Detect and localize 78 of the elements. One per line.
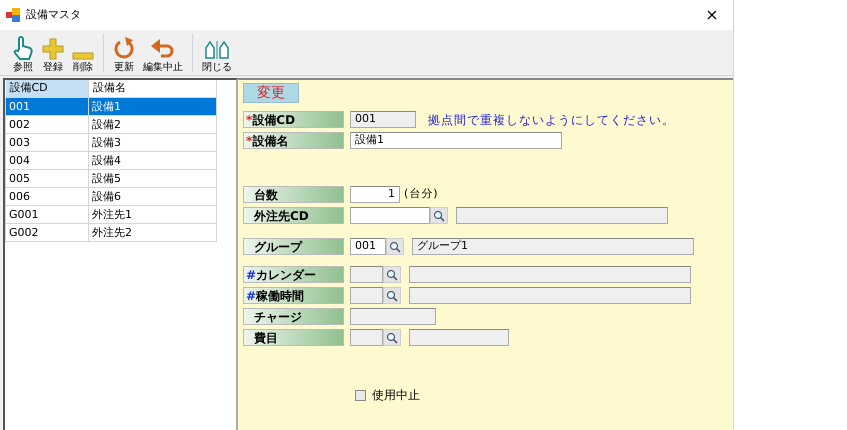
- search-button[interactable]: [386, 238, 404, 255]
- input-field[interactable]: [350, 308, 436, 325]
- input-field[interactable]: 1: [350, 186, 400, 203]
- close-button[interactable]: ×: [697, 3, 727, 27]
- toolbar-button[interactable]: 更新: [109, 32, 139, 74]
- minus-icon: [72, 52, 94, 60]
- table-cell: 設備5: [88, 169, 216, 187]
- table-row[interactable]: 006 設備6: [6, 187, 216, 205]
- input-field[interactable]: [350, 207, 430, 224]
- search-icon: [386, 290, 398, 302]
- table-row[interactable]: 002 設備2: [6, 115, 216, 133]
- hint-text: 拠点間で重複しないようにしてください。: [428, 112, 675, 128]
- table-cell: 001: [6, 97, 88, 115]
- search-icon: [389, 240, 401, 252]
- search-icon: [386, 268, 398, 280]
- label-text: 稼働時間: [256, 288, 304, 304]
- mode-badge: 変更: [243, 83, 299, 103]
- table-cell: 外注先2: [88, 223, 216, 241]
- search-button[interactable]: [383, 329, 401, 346]
- column-header[interactable]: 設備CD: [6, 80, 88, 97]
- hand-pointer-icon: [12, 36, 34, 60]
- table-row[interactable]: 004 設備4: [6, 151, 216, 169]
- input-field[interactable]: [350, 329, 383, 346]
- table-row[interactable]: 001 設備1: [6, 97, 216, 115]
- input-field[interactable]: 001: [350, 111, 416, 128]
- table-cell: G002: [6, 223, 88, 241]
- display-field: グループ1: [412, 238, 694, 255]
- toolbar-button[interactable]: 登録: [38, 32, 68, 74]
- label-text: 設備名: [252, 132, 288, 150]
- toolbar-button[interactable]: 閉じる: [198, 32, 236, 74]
- search-icon: [433, 210, 445, 222]
- search-icon: [386, 332, 398, 344]
- label-text: 設備CD: [252, 112, 296, 128]
- field-marker: *: [246, 112, 252, 128]
- checkbox-label: 使用中止: [372, 387, 420, 404]
- label-text: カレンダー: [256, 266, 316, 284]
- field-marker: #: [246, 288, 256, 304]
- field-label: グループ: [243, 238, 344, 255]
- field-label: 費目: [243, 329, 344, 346]
- table-cell: 003: [6, 133, 88, 151]
- table-cell: 設備6: [88, 187, 216, 205]
- table-cell: 002: [6, 115, 88, 133]
- refresh-icon: [113, 36, 135, 60]
- input-field[interactable]: 001: [350, 238, 386, 255]
- table-cell: 006: [6, 187, 88, 205]
- table-cell: 設備1: [88, 97, 216, 115]
- table-cell: 設備4: [88, 151, 216, 169]
- toolbar-button[interactable]: 編集中止: [139, 32, 187, 74]
- column-header[interactable]: 設備名: [88, 80, 216, 97]
- plus-icon: [42, 38, 64, 60]
- table-row[interactable]: G002 外注先2: [6, 223, 216, 241]
- undo-arrow-icon: [150, 38, 176, 60]
- input-field[interactable]: 設備1: [350, 132, 562, 149]
- table-row[interactable]: 003 設備3: [6, 133, 216, 151]
- checkbox[interactable]: [355, 390, 366, 400]
- toolbar-button[interactable]: 削除: [68, 32, 98, 74]
- table-cell: 005: [6, 169, 88, 187]
- field-label: 台数: [243, 186, 344, 203]
- table-cell: 設備2: [88, 115, 216, 133]
- unit-text: (台分): [404, 186, 439, 202]
- table-cell: 外注先1: [88, 205, 216, 223]
- input-field[interactable]: [350, 287, 383, 304]
- field-marker: #: [246, 266, 256, 284]
- window-title: 設備マスタ: [26, 6, 81, 23]
- search-button[interactable]: [383, 266, 401, 283]
- field-marker: *: [246, 132, 252, 150]
- field-label: チャージ: [243, 308, 344, 325]
- table-cell: 設備3: [88, 133, 216, 151]
- table-row[interactable]: G001 外注先1: [6, 205, 216, 223]
- toolbar-button[interactable]: 参照: [8, 32, 38, 74]
- table-row[interactable]: 005 設備5: [6, 169, 216, 187]
- search-button[interactable]: [383, 287, 401, 304]
- input-field[interactable]: [350, 266, 383, 283]
- table-cell: G001: [6, 205, 88, 223]
- table-cell: 004: [6, 151, 88, 169]
- field-label: 外注先CD: [243, 207, 344, 224]
- app-icon: [6, 8, 20, 22]
- search-button[interactable]: [430, 207, 448, 224]
